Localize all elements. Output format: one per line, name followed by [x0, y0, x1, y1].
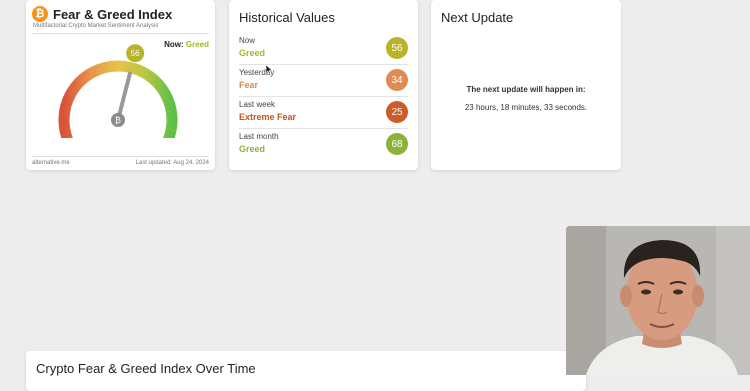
divider: [32, 33, 209, 34]
mouse-cursor-icon: [266, 65, 272, 74]
gauge-arc: [58, 60, 178, 138]
last-updated: Last updated: Aug 24, 2024: [135, 160, 209, 166]
next-update-card: Next Update The next update will happen …: [431, 0, 621, 170]
historical-values-card: Historical Values Now Greed 56 Yesterday…: [229, 0, 418, 170]
fear-greed-gauge: ₿ 56: [58, 44, 178, 138]
fear-greed-footer: alternative.me Last updated: Aug 24, 202…: [32, 156, 209, 166]
fear-greed-title: Fear & Greed Index: [53, 6, 173, 22]
bitcoin-logo-icon: ₿: [32, 6, 48, 22]
history-period: Last month: [239, 132, 279, 141]
gauge-hub-bitcoin-icon: ₿: [115, 116, 121, 125]
fear-greed-subtitle: Multifactorial Crypto Market Sentiment A…: [33, 23, 159, 29]
history-period: Last week: [239, 100, 276, 109]
history-row-yesterday: Yesterday Fear 34: [239, 65, 408, 97]
gauge-value-bubble: 56: [126, 44, 145, 63]
next-update-countdown: 23 hours, 18 minutes, 33 seconds.: [464, 103, 588, 112]
over-time-card: Crypto Fear & Greed Index Over Time: [26, 351, 586, 391]
history-row-last-week: Last week Extreme Fear 25: [239, 97, 408, 129]
presenter-video-image: [566, 226, 750, 375]
history-period: Now: [239, 36, 256, 45]
history-row-last-month: Last month Greed 68: [239, 129, 408, 161]
history-classification: Greed: [239, 48, 266, 58]
history-classification: Extreme Fear: [239, 112, 297, 122]
history-classification: Greed: [239, 144, 266, 154]
gauge-needle: [116, 71, 132, 122]
next-update-title: Next Update: [441, 10, 514, 25]
gauge-value-text: 56: [131, 49, 140, 58]
history-value-badge: 25: [386, 101, 408, 123]
fear-greed-header: ₿ Fear & Greed Index: [32, 6, 209, 22]
next-update-label: The next update will happen in:: [466, 85, 586, 94]
historical-values-title: Historical Values: [239, 10, 335, 25]
history-classification: Fear: [239, 80, 259, 90]
historical-list: Now Greed 56 Yesterday Fear 34 Last week…: [239, 33, 408, 161]
over-time-title: Crypto Fear & Greed Index Over Time: [36, 361, 256, 376]
history-value-badge: 56: [386, 37, 408, 59]
source-link[interactable]: alternative.me: [32, 160, 70, 166]
history-value-badge: 34: [386, 69, 408, 91]
fear-greed-card: ₿ Fear & Greed Index Multifactorial Cryp…: [26, 0, 215, 170]
history-row-now: Now Greed 56: [239, 33, 408, 65]
webcam-overlay: [566, 226, 750, 375]
history-value-badge: 68: [386, 133, 408, 155]
